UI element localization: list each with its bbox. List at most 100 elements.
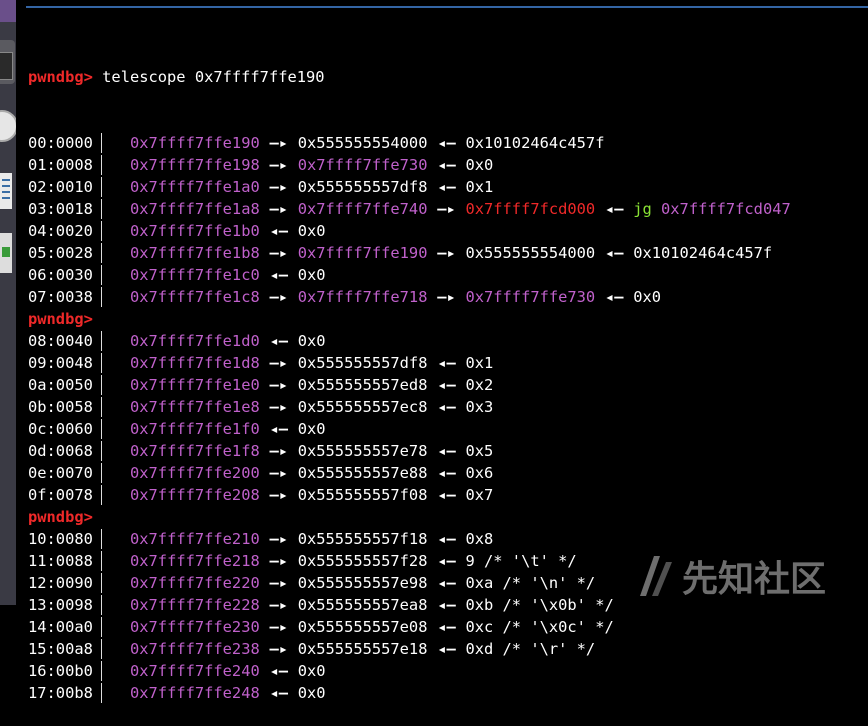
value-arrow-icon: ◂— [269,332,288,350]
deref-arrow-icon: —▸ [269,288,288,306]
offset-separator [101,463,102,483]
value: 0x1 [465,178,494,196]
pointer-address: 0x7ffff7fcd047 [661,200,791,218]
offset-separator [101,595,102,615]
deref-arrow-icon: —▸ [269,596,288,614]
stack-offset: 06:0030 [28,266,93,284]
xianzhi-logo-icon [640,556,672,596]
telescope-row: 17:00b8 0x7ffff7ffe248 ◂— 0x0 [28,682,868,704]
pointer-address: 0x7ffff7ffe740 [297,200,428,218]
telescope-row: 14:00a0 0x7ffff7ffe230 —▸ 0x555555557e08 ◂— 0… [28,616,868,638]
pointer-address: 0x7ffff7ffe230 [130,618,260,636]
pointer-address: 0x7ffff7ffe730 [465,288,596,306]
pointer-address: 0x7ffff7ffe1d8 [130,354,260,372]
pointer-address: 0x7ffff7ffe220 [130,574,260,592]
dock-divider [16,0,26,605]
stack-offset: 15:00a8 [28,640,93,658]
terminal-app-icon[interactable] [0,52,13,80]
disk-icon[interactable] [0,110,16,142]
value: 0x10102464c457f [465,134,605,152]
value-arrow-icon: ◂— [437,442,456,460]
document-icon[interactable] [0,173,12,209]
terminal-output[interactable]: pwndbg> telescope 0x7ffff7ffe190 00:0000… [28,22,868,726]
pointer-address: 0x7ffff7ffe198 [130,156,260,174]
value-arrow-icon: ◂— [269,684,288,702]
telescope-output: 00:0000 0x7ffff7ffe190 —▸ 0x555555554000 ◂— 0… [28,132,868,704]
stack-offset: 0a:0050 [28,376,93,394]
value-arrow-icon: ◂— [437,134,456,152]
value: 0x555555557e88 [297,464,428,482]
offset-separator [101,243,102,263]
stack-offset: 0f:0078 [28,486,93,504]
stack-offset: 03:0018 [28,200,93,218]
stack-offset: 0d:0068 [28,442,93,460]
stack-offset: 11:0088 [28,552,93,570]
value: 0x555555557e18 [297,640,428,658]
deref-arrow-icon: —▸ [269,552,288,570]
pointer-address: 0x7ffff7ffe210 [130,530,260,548]
value: 0x7 [465,486,494,504]
value: 0x5 [465,442,494,460]
telescope-row: 0a:0050 0x7ffff7ffe1e0 —▸ 0x555555557ed8 ◂— 0… [28,374,868,396]
offset-separator [101,265,102,285]
value-arrow-icon: ◂— [437,354,456,372]
offset-separator [101,353,102,373]
value-arrow-icon: ◂— [437,574,456,592]
value-arrow-icon: ◂— [437,464,456,482]
offset-separator [101,221,102,241]
deref-arrow-icon: —▸ [437,244,456,262]
watermark: 先知社区 [636,548,826,604]
value-arrow-icon: ◂— [269,266,288,284]
code-address: 0x7ffff7fcd000 [465,200,596,218]
pointer-address: 0x7ffff7ffe1e8 [130,398,260,416]
value: 0x555555557f28 [297,552,428,570]
telescope-row: 15:00a8 0x7ffff7ffe238 —▸ 0x555555557e18 ◂— 0… [28,638,868,660]
prompt-line: pwndbg> [28,308,868,330]
value-arrow-icon: ◂— [437,486,456,504]
offset-separator [101,485,102,505]
pointer-address: 0x7ffff7ffe1a8 [130,200,260,218]
stack-offset: 08:0040 [28,332,93,350]
pointer-address: 0x7ffff7ffe218 [130,552,260,570]
stack-offset: 12:0090 [28,574,93,592]
pointer-address: 0x7ffff7ffe1f8 [130,442,260,460]
offset-separator [101,199,102,219]
value: 9 /* '\t' */ [465,552,577,570]
value: 0x555555557ed8 [297,376,428,394]
value: 0x555555557df8 [297,354,428,372]
telescope-row: 16:00b0 0x7ffff7ffe240 ◂— 0x0 [28,660,868,682]
stack-offset: 02:0010 [28,178,93,196]
offset-separator [101,441,102,461]
telescope-row: 0b:0058 0x7ffff7ffe1e8 —▸ 0x555555557ec8 ◂— 0… [28,396,868,418]
pointer-address: 0x7ffff7ffe1a0 [130,178,260,196]
value: 0x0 [297,332,326,350]
value: 0x0 [465,156,494,174]
stack-offset: 13:0098 [28,596,93,614]
deref-arrow-icon: —▸ [269,464,288,482]
dock-top-app-icon[interactable] [0,0,16,22]
telescope-row: 0f:0078 0x7ffff7ffe208 —▸ 0x555555557f08 ◂— 0… [28,484,868,506]
command-text: telescope 0x7ffff7ffe190 [93,66,324,88]
telescope-row: 08:0040 0x7ffff7ffe1d0 ◂— 0x0 [28,330,868,352]
value: 0x6 [465,464,494,482]
value: 0x555555557e08 [297,618,428,636]
spreadsheet-icon[interactable] [0,233,12,273]
offset-separator [101,419,102,439]
stack-offset: 16:00b0 [28,662,93,680]
value: 0x555555557ea8 [297,596,428,614]
value-arrow-icon: ◂— [437,618,456,636]
command-line: pwndbg> telescope 0x7ffff7ffe190 [28,66,868,88]
value: 0x555555557e98 [297,574,428,592]
offset-separator [101,177,102,197]
deref-arrow-icon: —▸ [269,442,288,460]
offset-separator [101,551,102,571]
deref-arrow-icon: —▸ [269,354,288,372]
telescope-row: 06:0030 0x7ffff7ffe1c0 ◂— 0x0 [28,264,868,286]
telescope-row: 04:0020 0x7ffff7ffe1b0 ◂— 0x0 [28,220,868,242]
telescope-row: 02:0010 0x7ffff7ffe1a0 —▸ 0x555555557df8 ◂— 0… [28,176,868,198]
value-arrow-icon: ◂— [269,222,288,240]
stack-offset: 05:0028 [28,244,93,262]
value: 0x555555554000 [465,244,596,262]
offset-separator [101,287,102,307]
telescope-row: 09:0048 0x7ffff7ffe1d8 —▸ 0x555555557df8 ◂— 0… [28,352,868,374]
